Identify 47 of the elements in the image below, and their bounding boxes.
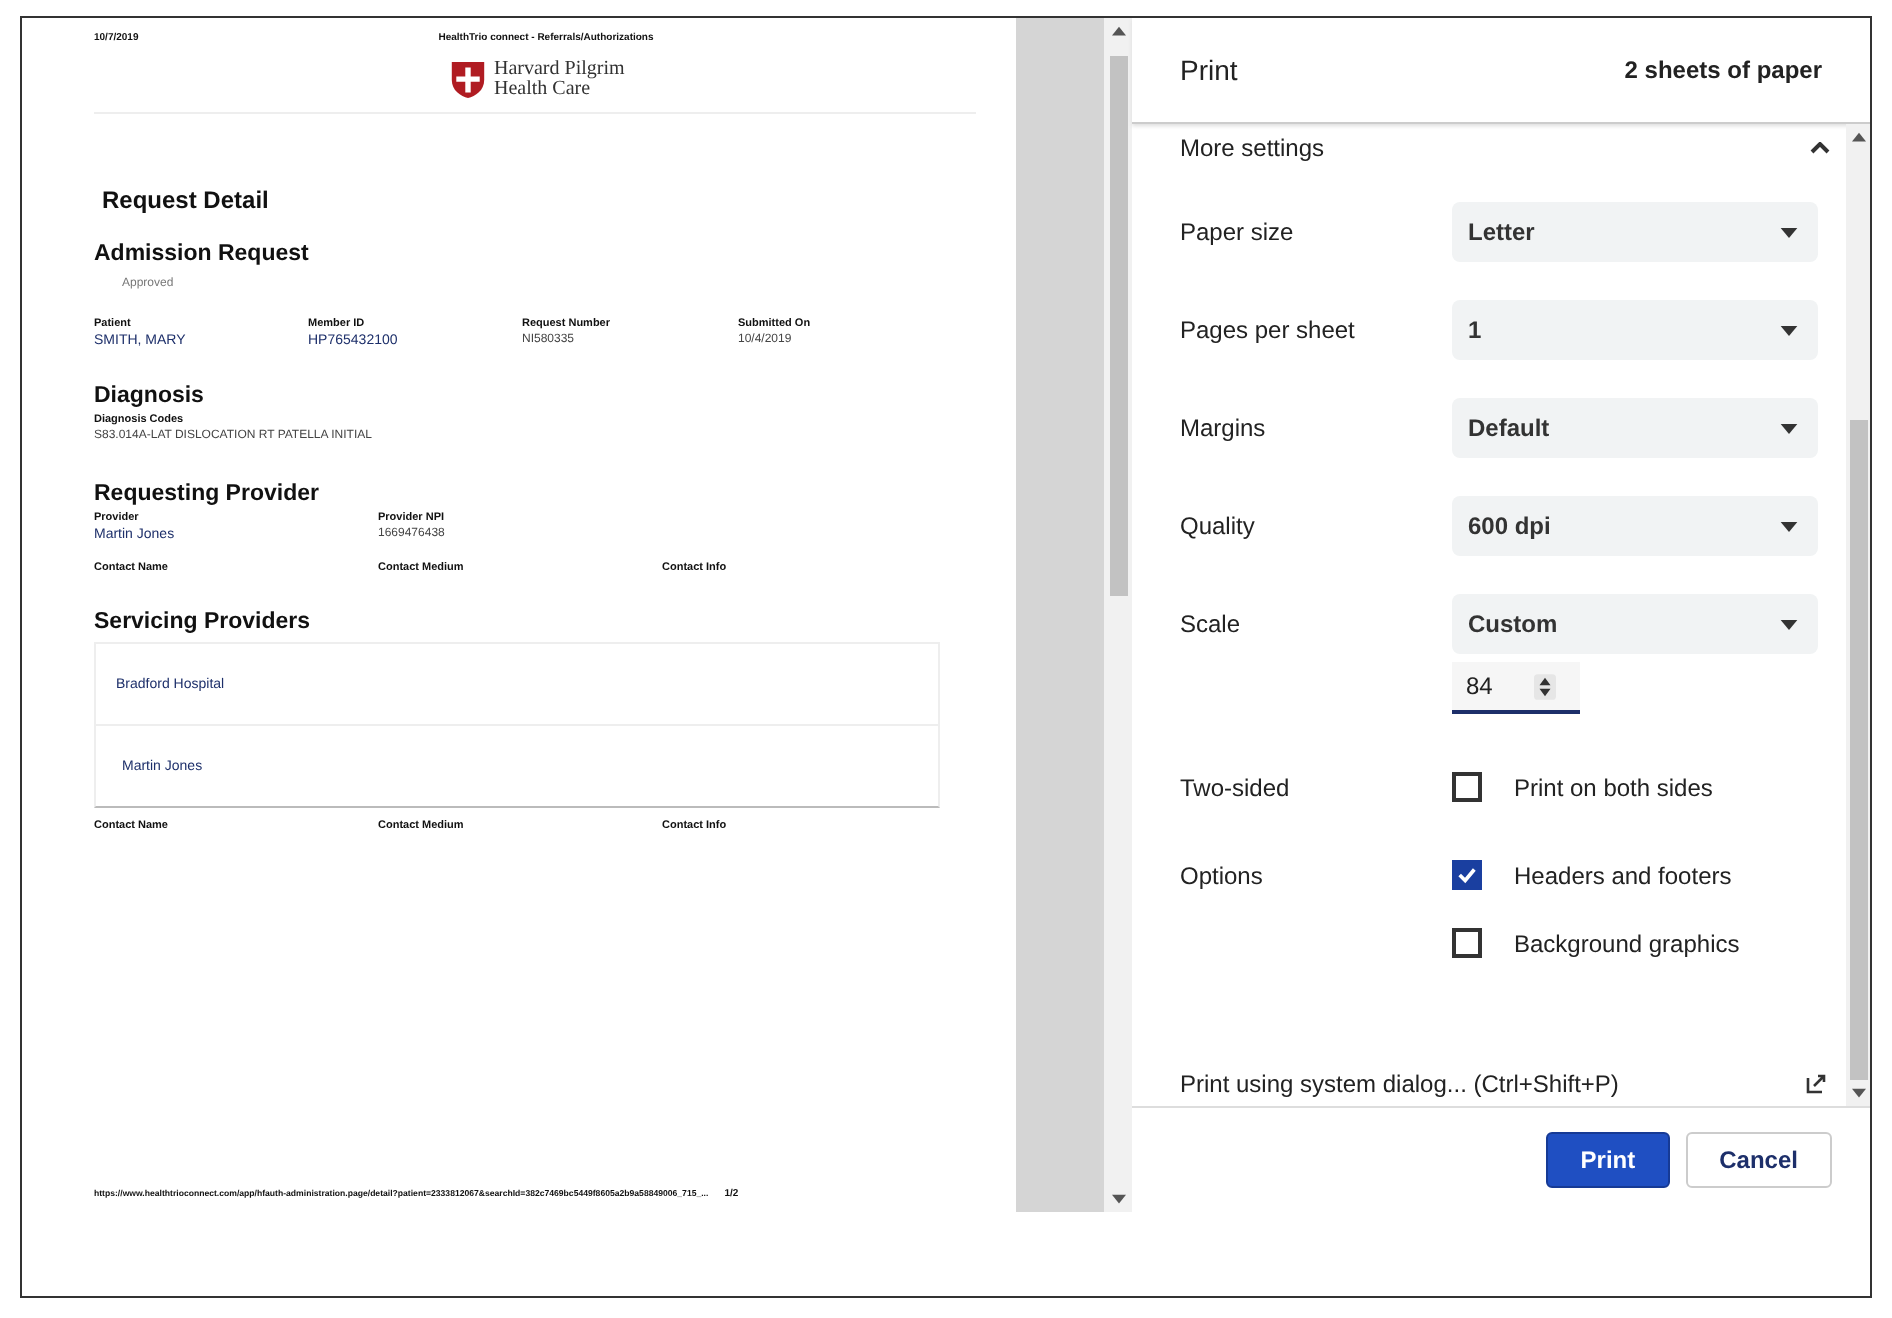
scrollbar[interactable]: [1104, 18, 1132, 1212]
setting-label: Pages per sheet: [1180, 316, 1357, 344]
caret-icon: [1780, 423, 1798, 433]
caret-icon: [1780, 521, 1798, 531]
scroll-up-icon[interactable]: [1851, 132, 1865, 142]
setting-label: Two-sided: [1180, 773, 1292, 801]
dropdown[interactable]: Letter: [1452, 202, 1818, 262]
section-heading: Diagnosis: [94, 384, 206, 408]
scrollbar[interactable]: [1846, 124, 1870, 1106]
setting-label: Scale: [1180, 610, 1243, 638]
checkbox[interactable]: [1452, 772, 1482, 802]
dialog-title: Print: [1180, 54, 1238, 86]
setting-label: Quality: [1180, 512, 1257, 540]
cancel-button[interactable]: Cancel: [1685, 1132, 1832, 1188]
external-link-icon: [1806, 1074, 1826, 1094]
shield-logo-icon: [450, 60, 486, 100]
scroll-down-icon[interactable]: [1111, 1194, 1125, 1204]
dropdown[interactable]: 600 dpi: [1452, 496, 1818, 556]
section-heading: Admission Request: [94, 242, 311, 266]
more-settings-toggle[interactable]: More settings: [1180, 132, 1830, 164]
dropdown[interactable]: Custom: [1452, 594, 1818, 654]
checkbox-option[interactable]: Headers and footers: [1452, 860, 1732, 890]
section-heading: Servicing Providers: [94, 610, 313, 634]
setting-label: Options: [1180, 861, 1265, 889]
system-dialog-link[interactable]: Print using system dialog... (Ctrl+Shift+P): [1180, 1070, 1619, 1098]
sheet-count: 2 sheets of paper: [1624, 56, 1822, 84]
scroll-up-icon[interactable]: [1111, 26, 1125, 36]
checkbox-option[interactable]: Background graphics: [1452, 928, 1740, 958]
dropdown[interactable]: Default: [1452, 398, 1818, 458]
caret-icon: [1780, 325, 1798, 335]
caret-icon: [1780, 619, 1798, 629]
logo-text: Harvard Pilgrim: [494, 60, 625, 80]
checkbox[interactable]: [1452, 860, 1482, 890]
section-heading: Requesting Provider: [94, 482, 321, 506]
checkmark-icon: [1456, 864, 1478, 886]
setting-label: Margins: [1180, 414, 1268, 442]
caret-icon: [1780, 227, 1798, 237]
spinner-icon: [1534, 673, 1556, 699]
dropdown[interactable]: 1: [1452, 300, 1818, 360]
checkbox[interactable]: [1452, 928, 1482, 958]
page-heading: Request Detail: [102, 186, 271, 214]
print-button[interactable]: Print: [1546, 1132, 1670, 1188]
scale-input[interactable]: 84: [1452, 662, 1580, 714]
setting-label: Paper size: [1180, 218, 1296, 246]
scroll-down-icon[interactable]: [1851, 1088, 1865, 1098]
logo-text: Health Care: [494, 80, 591, 100]
checkbox-option[interactable]: Print on both sides: [1452, 772, 1713, 802]
